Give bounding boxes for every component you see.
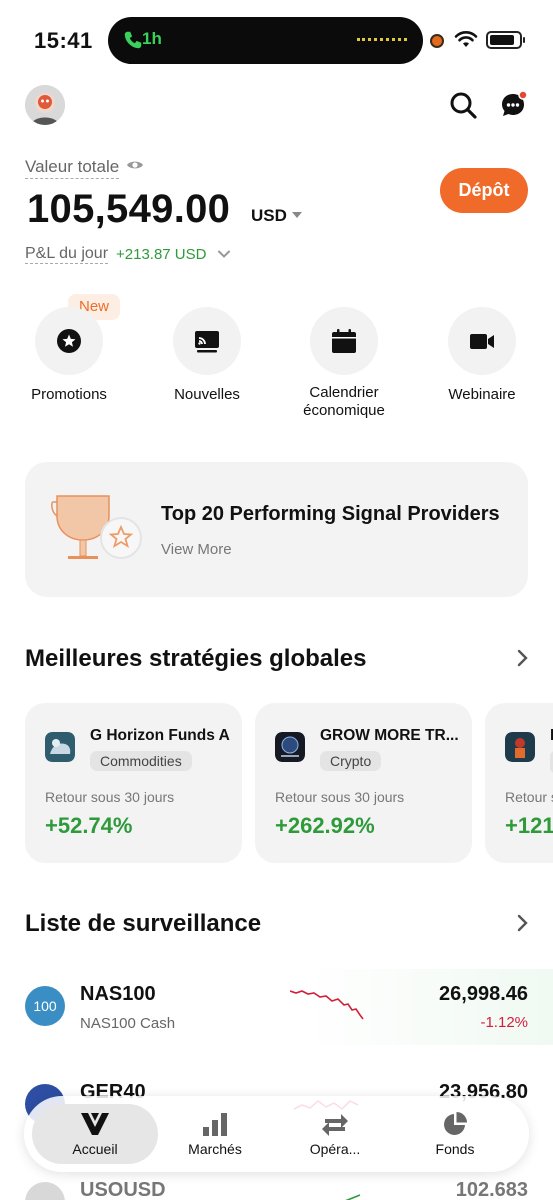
shortcut-label: Calendrier économique [303, 384, 385, 419]
eye-icon[interactable] [126, 158, 144, 172]
avatar-icon [25, 85, 65, 125]
audio-wave-icon [357, 38, 407, 42]
shortcut-promotions[interactable]: Promotions [4, 307, 134, 404]
news-icon [195, 331, 219, 353]
nav-markets[interactable]: Marchés [152, 1104, 278, 1164]
swap-arrows-icon [322, 1114, 348, 1136]
nav-funds[interactable]: Fonds [392, 1104, 518, 1164]
chat-icon[interactable] [498, 90, 528, 120]
strategy-card[interactable]: G Horizon Funds A Commodities Retour sou… [25, 703, 242, 863]
nav-label: Accueil [72, 1141, 118, 1157]
signal-providers-banner[interactable]: Top 20 Performing Signal Providers View … [25, 462, 528, 597]
star-badge-icon [57, 329, 81, 353]
total-value-currency[interactable]: USD [251, 206, 287, 226]
nav-label: Fonds [435, 1141, 475, 1157]
bottom-nav: Accueil Marchés Opéra... Fonds [24, 1096, 529, 1172]
return-value: +121 [505, 813, 553, 838]
watchlist-title: Liste de surveillance [25, 910, 262, 937]
search-icon[interactable] [448, 90, 478, 120]
nav-label: Marchés [188, 1141, 242, 1157]
banner-title: Top 20 Performing Signal Providers [161, 503, 500, 525]
trophy-icon [51, 495, 142, 559]
shortcut-label: Promotions [31, 386, 107, 403]
total-value-amount: 105,549.00 [27, 187, 231, 231]
watchlist-row[interactable]: 100 NAS100 NAS100 Cash 26,998.46 -1.12% [0, 969, 553, 1045]
symbol-subtitle: NAS100 Cash [80, 1015, 176, 1032]
chevron-right-icon[interactable] [514, 914, 530, 932]
symbol-name: USOUSD [80, 1179, 166, 1200]
oil-icon [25, 1182, 65, 1200]
shortcut-label: Webinaire [448, 386, 516, 403]
return-label: Retour sous 30 jours [275, 789, 405, 805]
symbol-icon: 100 [25, 986, 65, 1026]
symbol-name: NAS100 [80, 983, 156, 1005]
return-value: +52.74% [45, 813, 133, 838]
recording-indicator-icon [430, 34, 444, 48]
call-duration: 1h [142, 29, 162, 48]
status-bar: 15:41 1h [0, 0, 553, 80]
caret-down-icon[interactable] [292, 212, 302, 218]
sparkline-chart [345, 1194, 361, 1200]
symbol-price: 102.683 [455, 1179, 528, 1200]
deposit-button[interactable]: Dépôt [440, 168, 528, 213]
battery-level [490, 35, 514, 45]
nav-operations[interactable]: Opéra... [272, 1104, 398, 1164]
strategies-title: Meilleures stratégies globales [25, 645, 367, 672]
shortcut-news[interactable]: Nouvelles [142, 307, 272, 404]
symbol-price: 26,998.46 [439, 983, 528, 1005]
strategy-tag: Commodities [90, 751, 192, 771]
return-value: +262.92% [275, 813, 375, 838]
strategy-avatar-icon [45, 732, 75, 762]
symbol-change: -1.12% [480, 1014, 528, 1031]
return-label: Retour sous 30 jours [45, 789, 175, 805]
home-logo-icon [81, 1113, 109, 1135]
total-value-label: Valeur totale [25, 157, 120, 179]
pie-chart-icon [444, 1112, 467, 1135]
strategy-tag: Crypto [320, 751, 382, 771]
bar-chart-icon [203, 1113, 227, 1136]
nav-home[interactable]: Accueil [32, 1104, 158, 1164]
avatar[interactable] [25, 85, 65, 125]
view-more-link[interactable]: View More [161, 541, 232, 558]
battery-icon [486, 31, 525, 49]
strategy-card[interactable]: GROW MORE TR... Crypto Retour sous 30 jo… [255, 703, 472, 863]
pnl-label: P&L du jour [25, 245, 109, 264]
strategy-avatar-icon [505, 732, 535, 762]
dynamic-island[interactable]: 1h [108, 17, 423, 64]
strategy-card[interactable]: I Retour s +121 [485, 703, 553, 863]
pnl-value: +213.87 USD [116, 246, 207, 263]
shortcut-webinar[interactable]: Webinaire [417, 307, 547, 404]
nav-label: Opéra... [309, 1141, 361, 1157]
sparkline-chart [290, 990, 364, 1020]
video-icon [470, 334, 494, 349]
return-label: Retour s [505, 789, 553, 805]
wifi-icon [454, 31, 478, 47]
calendar-icon [332, 329, 356, 353]
shortcut-label: Nouvelles [174, 386, 240, 403]
shortcut-calendar[interactable]: Calendrier économique [279, 307, 409, 420]
chevron-right-icon[interactable] [514, 649, 530, 667]
phone-icon [124, 31, 142, 49]
chevron-down-icon[interactable] [217, 247, 231, 261]
strategy-avatar-icon [275, 732, 305, 762]
strategy-name: GROW MORE TR... [320, 727, 459, 744]
status-time: 15:41 [34, 28, 93, 53]
strategy-name: G Horizon Funds A [90, 727, 230, 744]
